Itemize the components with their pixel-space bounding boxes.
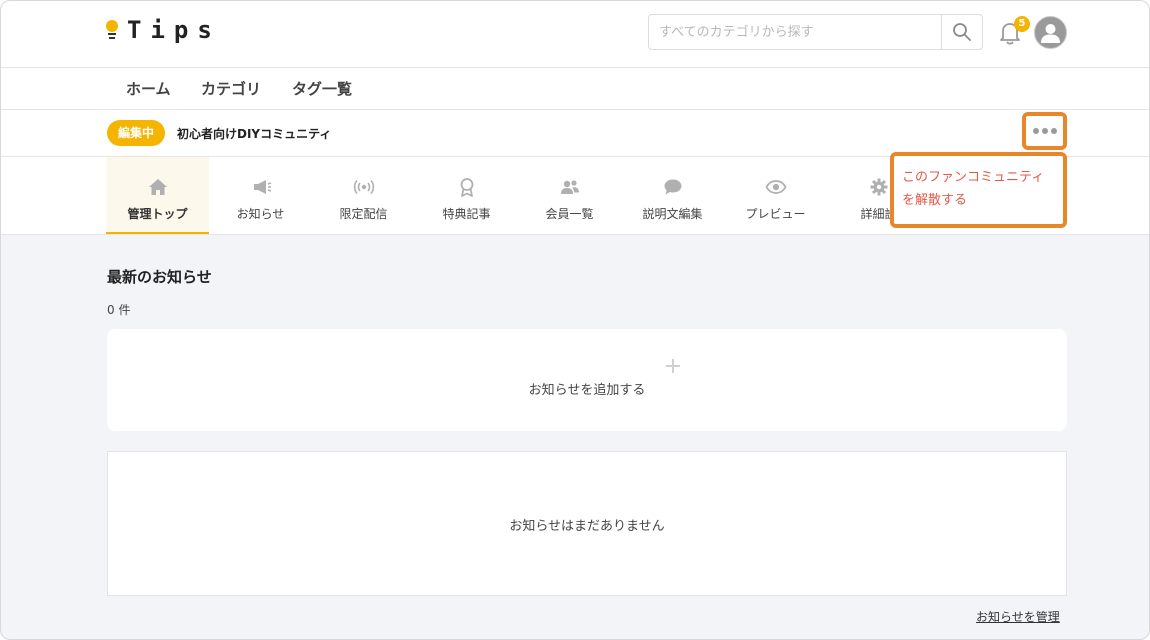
empty-state-message: お知らせはまだありません xyxy=(509,519,665,534)
more-dot xyxy=(1041,128,1048,134)
home-icon xyxy=(148,179,167,195)
edit-status-badge: 編集中 xyxy=(107,120,166,146)
tab-label: 会員一覧 xyxy=(545,207,594,221)
manage-announcements-link[interactable]: お知らせを管理 xyxy=(976,608,1060,625)
nav-home[interactable]: ホーム xyxy=(126,78,171,99)
tab-label: 管理トップ xyxy=(127,207,188,221)
broadcast-icon xyxy=(353,179,374,195)
more-dots-icon xyxy=(1032,128,1039,134)
search-input[interactable] xyxy=(649,15,941,49)
search-icon xyxy=(953,23,971,41)
announcement-count: 0 件 xyxy=(107,303,131,317)
tab-label: 特典記事 xyxy=(442,207,491,221)
more-options-button[interactable] xyxy=(1022,112,1067,150)
tab-label: プレビュー xyxy=(745,207,806,221)
search-button[interactable] xyxy=(941,15,982,49)
lightbulb-icon xyxy=(105,17,119,43)
tab-label: お知らせ xyxy=(236,207,285,221)
dissolve-community-item[interactable]: このファンコミュニティ を解散する xyxy=(902,166,1055,212)
award-icon xyxy=(460,178,473,197)
nav-category[interactable]: カテゴリ xyxy=(201,78,261,99)
speech-bubble-icon xyxy=(664,179,681,195)
avatar[interactable] xyxy=(1034,16,1067,49)
user-icon xyxy=(1041,24,1060,43)
community-status-bar: 編集中 初心者向けDIYコミュニティ xyxy=(1,110,1149,157)
options-dropdown: このファンコミュニティ を解散する xyxy=(890,152,1067,228)
more-dot xyxy=(1050,128,1057,134)
tab-bonus-articles[interactable]: 特典記事 xyxy=(415,157,518,234)
tab-limited-broadcast[interactable]: 限定配信 xyxy=(312,157,415,234)
megaphone-icon xyxy=(253,180,271,194)
app-window: Tips 5 ホーム カテゴリ xyxy=(0,0,1150,640)
search-bar xyxy=(648,14,983,50)
community-name: 初心者向けDIYコミュニティ xyxy=(177,127,332,141)
tab-admin-top[interactable]: 管理トップ xyxy=(106,157,209,234)
users-icon xyxy=(560,180,579,194)
logo[interactable]: Tips xyxy=(105,15,221,45)
gear-icon xyxy=(870,178,887,196)
tab-announcements[interactable]: お知らせ xyxy=(209,157,312,234)
add-announcement-label: お知らせを追加する xyxy=(528,383,646,398)
nav-tag-list[interactable]: タグ一覧 xyxy=(292,78,352,99)
add-announcement-button[interactable]: お知らせを追加する xyxy=(107,329,1067,431)
main-nav: ホーム カテゴリ タグ一覧 xyxy=(1,68,1149,110)
tab-label: 説明文編集 xyxy=(642,207,703,221)
logo-text: Tips xyxy=(127,16,221,44)
tab-member-list[interactable]: 会員一覧 xyxy=(518,157,621,234)
section-title: 最新のお知らせ xyxy=(107,268,212,286)
eye-icon xyxy=(764,180,787,194)
empty-state-card: お知らせはまだありません xyxy=(107,451,1067,596)
tab-edit-description[interactable]: 説明文編集 xyxy=(621,157,724,234)
site-header: Tips 5 xyxy=(1,1,1149,68)
tab-preview[interactable]: プレビュー xyxy=(724,157,827,234)
tab-label: 限定配信 xyxy=(339,207,388,221)
plus-icon xyxy=(666,359,680,373)
dissolve-line-1: このファンコミュニティ xyxy=(902,170,1045,185)
dissolve-line-2: を解散する xyxy=(902,193,968,208)
notification-badge: 5 xyxy=(1014,16,1030,32)
